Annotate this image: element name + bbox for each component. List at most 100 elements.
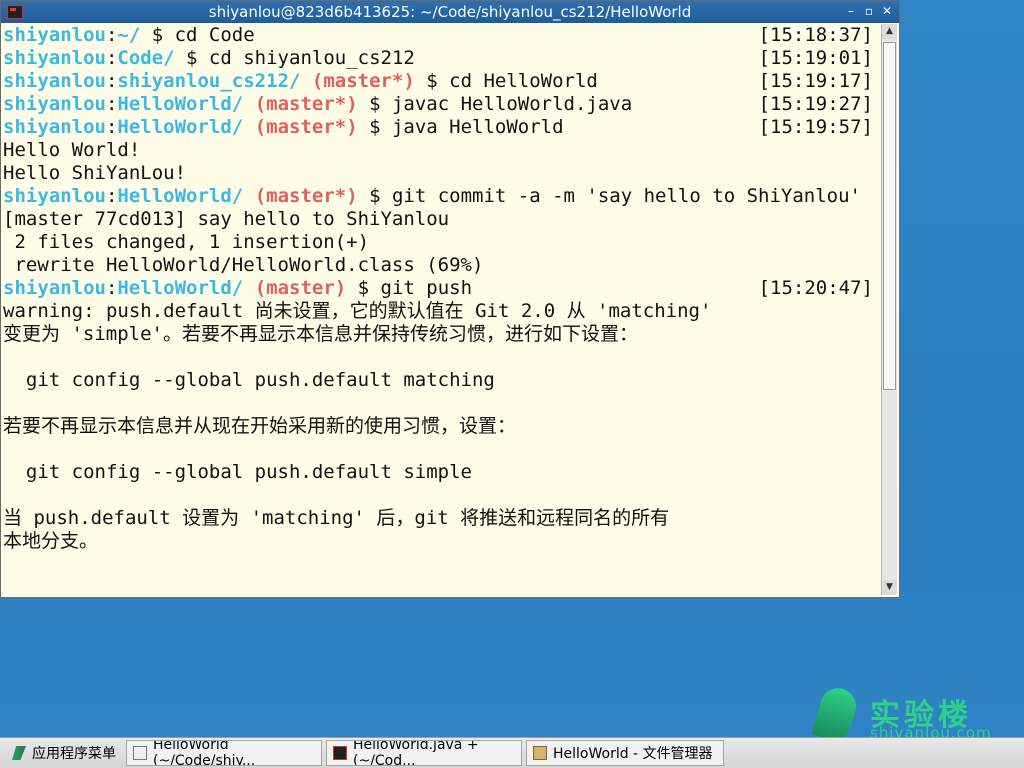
prompt-user: shiyanlou xyxy=(3,70,106,92)
terminal-line: shiyanlou:HelloWorld/ (master*) $ java H… xyxy=(3,116,881,139)
prompt-user: shiyanlou xyxy=(3,47,106,69)
prompt-user: shiyanlou xyxy=(3,116,106,138)
output-text: 当 push.default 设置为 'matching' 后，git 将推送和… xyxy=(3,507,670,529)
output-text: Hello ShiYanLou! xyxy=(3,162,187,184)
prompt-path: HelloWorld/ xyxy=(117,185,244,207)
prompt-command: $ git push xyxy=(346,277,473,299)
terminal-line: shiyanlou:HelloWorld/ (master*) $ git co… xyxy=(3,185,881,208)
folder-icon xyxy=(533,746,547,760)
scroll-up-icon[interactable]: ▲ xyxy=(882,24,897,39)
taskbar-item-label: HelloWorld (~/Code/shiy... xyxy=(153,740,256,766)
taskbar-item-label: HelloWorld - 文件管理器 xyxy=(553,746,713,762)
prompt-branch: (master*) xyxy=(243,185,358,207)
prompt-path: shiyanlou_cs212/ xyxy=(117,70,301,92)
prompt-timestamp: [15:19:57] xyxy=(758,116,873,138)
terminal-line: warning: push.default 尚未设置，它的默认值在 Git 2.… xyxy=(3,300,881,323)
output-text: warning: push.default 尚未设置，它的默认值在 Git 2.… xyxy=(3,300,712,322)
prompt-user: shiyanlou xyxy=(3,277,106,299)
output-text: 2 files changed, 1 insertion(+) xyxy=(3,231,370,253)
prompt-path: HelloWorld/ xyxy=(117,277,244,299)
taskbar: 应用程序菜单 HelloWorld (~/Code/shiy... HelloW… xyxy=(0,737,1024,768)
prompt-timestamp: [15:19:27] xyxy=(758,93,873,115)
prompt-branch: (master*) xyxy=(243,116,358,138)
terminal-line: 本地分支。 xyxy=(3,530,881,553)
terminal-line: git config --global push.default simple xyxy=(3,461,881,484)
app-menu-button[interactable]: 应用程序菜单 xyxy=(6,740,122,766)
shiyanlou-logo: 实验楼 shiyanlou.com xyxy=(811,684,991,744)
prompt-separator: : xyxy=(105,116,118,138)
output-text: git config --global push.default matchin… xyxy=(3,369,495,391)
prompt-branch: (master) xyxy=(243,277,347,299)
terminal-window[interactable]: shiyanlou@823d6b413625: ~/Code/shiyanlou… xyxy=(0,0,900,598)
prompt-path: HelloWorld/ xyxy=(117,116,244,138)
prompt-timestamp: [15:20:47] xyxy=(758,277,873,299)
app-menu-label: 应用程序菜单 xyxy=(32,746,116,762)
close-icon[interactable]: ✕ xyxy=(881,4,893,18)
prompt-separator: : xyxy=(105,24,118,46)
terminal-line: shiyanlou:HelloWorld/ (master*) $ javac … xyxy=(3,93,881,116)
terminal-icon xyxy=(333,746,347,760)
output-text: Hello World! xyxy=(3,139,141,161)
minimize-icon[interactable]: – xyxy=(845,4,857,18)
prompt-timestamp: [15:18:37] xyxy=(758,24,873,46)
app-menu-icon xyxy=(12,746,26,760)
terminal-line: git config --global push.default matchin… xyxy=(3,369,881,392)
prompt-user: shiyanlou xyxy=(3,24,106,46)
maximize-icon[interactable]: ▫ xyxy=(863,4,875,18)
taskbar-item-terminal[interactable]: HelloWorld.java + (~/Cod... xyxy=(326,740,522,766)
terminal-line: 若要不再显示本信息并从现在开始采用新的使用习惯，设置： xyxy=(3,415,881,438)
prompt-path: ~/ xyxy=(117,24,141,46)
terminal-line: shiyanlou:HelloWorld/ (master) $ git pus… xyxy=(3,277,881,300)
terminal-line: 2 files changed, 1 insertion(+) xyxy=(3,231,881,254)
terminal-line: Hello ShiYanLou! xyxy=(3,162,881,185)
terminal-scrollbar[interactable]: ▲ ▼ xyxy=(881,24,897,595)
prompt-command: $ cd HelloWorld xyxy=(414,70,598,92)
scrollbar-thumb[interactable] xyxy=(883,42,896,390)
terminal-line: 当 push.default 设置为 'matching' 后，git 将推送和… xyxy=(3,507,881,530)
prompt-timestamp: [15:19:17] xyxy=(758,70,873,92)
prompt-user: shiyanlou xyxy=(3,93,106,115)
prompt-separator: : xyxy=(105,93,118,115)
prompt-separator: : xyxy=(105,70,118,92)
terminal-line: shiyanlou:~/ $ cd Code [15:18:37] xyxy=(3,24,881,47)
terminal-line: shiyanlou:Code/ $ cd shiyanlou_cs212 [15:… xyxy=(3,47,881,70)
prompt-user: shiyanlou xyxy=(3,185,106,207)
prompt-separator: : xyxy=(105,277,118,299)
editor-icon xyxy=(133,746,147,760)
prompt-command: $ cd shiyanlou_cs212 xyxy=(174,47,415,69)
taskbar-item-label: HelloWorld.java + (~/Cod... xyxy=(353,740,479,766)
prompt-separator: : xyxy=(105,47,118,69)
terminal-line: [master 77cd013] say hello to ShiYanlou xyxy=(3,208,881,231)
leaf-logo-icon xyxy=(811,684,861,744)
terminal-line: rewrite HelloWorld/HelloWorld.class (69%… xyxy=(3,254,881,277)
prompt-command: $ java HelloWorld xyxy=(357,116,564,138)
prompt-separator: : xyxy=(105,185,118,207)
prompt-command: $ git commit -a -m 'say hello to ShiYanl… xyxy=(357,185,861,207)
prompt-timestamp: [15:19:01] xyxy=(758,47,873,69)
prompt-branch: (master*) xyxy=(300,70,415,92)
terminal-line: 变更为 'simple'。若要不再显示本信息并保持传统习惯，进行如下设置： xyxy=(3,323,881,346)
prompt-branch: (master*) xyxy=(243,93,358,115)
output-text: 变更为 'simple'。若要不再显示本信息并保持传统习惯，进行如下设置： xyxy=(3,323,638,345)
window-titlebar[interactable]: shiyanlou@823d6b413625: ~/Code/shiyanlou… xyxy=(1,1,899,23)
output-text: rewrite HelloWorld/HelloWorld.class (69%… xyxy=(3,254,484,276)
output-text: 本地分支。 xyxy=(3,530,99,552)
terminal-line: shiyanlou:shiyanlou_cs212/ (master*) $ c… xyxy=(3,70,881,93)
taskbar-item-file-manager[interactable]: HelloWorld - 文件管理器 xyxy=(526,740,724,766)
taskbar-item-editor[interactable]: HelloWorld (~/Code/shiy... xyxy=(126,740,322,766)
output-text: [master 77cd013] say hello to ShiYanlou xyxy=(3,208,450,230)
terminal-output[interactable]: shiyanlou:~/ $ cd Code [15:18:37] shiyanlo… xyxy=(3,24,881,595)
terminal-line: Hello World! xyxy=(3,139,881,162)
output-text: 若要不再显示本信息并从现在开始采用新的使用习惯，设置： xyxy=(3,415,517,437)
prompt-path: Code/ xyxy=(117,47,175,69)
window-controls: – ▫ ✕ xyxy=(845,4,893,18)
prompt-path: HelloWorld/ xyxy=(117,93,244,115)
scroll-down-icon[interactable]: ▼ xyxy=(882,580,897,595)
window-title: shiyanlou@823d6b413625: ~/Code/shiyanlou… xyxy=(208,3,692,21)
output-text: git config --global push.default simple xyxy=(3,461,472,483)
prompt-command: $ cd Code xyxy=(140,24,255,46)
